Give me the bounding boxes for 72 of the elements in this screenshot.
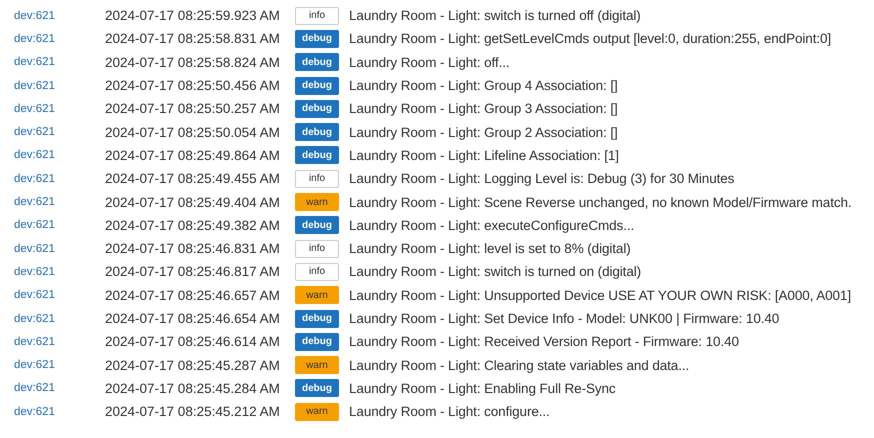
level-badge: info — [295, 240, 339, 258]
log-message: Laundry Room - Light: Group 2 Association: [] — [349, 124, 618, 140]
log-message: Laundry Room - Light: Group 3 Association: [] — [349, 101, 618, 116]
log-message: Laundry Room - Light: switch is turned on (digital) — [349, 264, 642, 280]
log-message: Laundry Room - Light: Scene Reverse unchanged, no known Model/Firmware match. — [349, 194, 852, 210]
device-link[interactable]: dev:621 — [14, 32, 105, 45]
device-link[interactable]: dev:621 — [14, 382, 105, 394]
level-badge: warn — [295, 193, 339, 212]
log-message: Laundry Room - Light: executeConfigureCmds... — [349, 218, 634, 233]
log-message: Laundry Room - Light: Group 4 Association: [] — [349, 78, 618, 94]
level-badge: debug — [295, 310, 339, 328]
log-message: Laundry Room - Light: Enabling Full Re-Sync — [349, 380, 616, 396]
timestamp: 2024-07-17 08:25:46.831 AM — [105, 241, 281, 256]
log-message: Laundry Room - Light: Received Version Report - Firmware: 10.40 — [349, 334, 739, 350]
timestamp: 2024-07-17 08:25:45.212 AM — [105, 404, 281, 420]
timestamp: 2024-07-17 08:25:46.657 AM — [105, 288, 281, 303]
timestamp: 2024-07-17 08:25:49.404 AM — [105, 194, 281, 210]
timestamp: 2024-07-17 08:25:49.382 AM — [105, 218, 281, 233]
log-message: Laundry Room - Light: level is set to 8% (digital) — [349, 241, 631, 256]
device-link[interactable]: dev:621 — [14, 359, 105, 372]
timestamp: 2024-07-17 08:25:45.284 AM — [105, 380, 281, 396]
log-message: Laundry Room - Light: Logging Level is: Debug (3) for 30 Minutes — [349, 171, 734, 186]
level-badge: warn — [295, 402, 339, 421]
level-badge: debug — [295, 146, 339, 164]
level-badge: debug — [295, 76, 339, 95]
timestamp: 2024-07-17 08:25:46.817 AM — [105, 264, 281, 280]
log-message: Laundry Room - Light: getSetLevelCmds output [level:0, duration:255, endPoint:0] — [349, 31, 832, 46]
timestamp: 2024-07-17 08:25:50.054 AM — [105, 124, 281, 140]
timestamp: 2024-07-17 08:25:46.654 AM — [105, 311, 281, 326]
log-message: Laundry Room - Light: Set Device Info - Model: UNK00 | Firmware: 10.40 — [349, 311, 780, 326]
level-badge: debug — [295, 53, 339, 72]
level-badge: info — [295, 6, 339, 25]
level-badge: info — [295, 262, 339, 281]
device-link[interactable]: dev:621 — [14, 219, 105, 232]
device-link[interactable]: dev:621 — [14, 266, 105, 278]
timestamp: 2024-07-17 08:25:46.614 AM — [105, 334, 281, 350]
device-link[interactable]: dev:621 — [14, 172, 105, 185]
level-badge: debug — [295, 100, 339, 118]
log-message: Laundry Room - Light: off... — [349, 54, 510, 70]
device-link[interactable]: dev:621 — [14, 10, 105, 22]
timestamp: 2024-07-17 08:25:50.456 AM — [105, 78, 281, 94]
log-message: Laundry Room - Light: Clearing state variables and data... — [349, 358, 690, 373]
timestamp: 2024-07-17 08:25:59.923 AM — [105, 8, 281, 24]
device-link[interactable]: dev:621 — [14, 289, 105, 302]
timestamp: 2024-07-17 08:25:49.455 AM — [105, 171, 281, 186]
device-link[interactable]: dev:621 — [14, 312, 105, 324]
log-message: Laundry Room - Light: configure... — [349, 404, 550, 420]
device-link[interactable]: dev:621 — [14, 56, 105, 68]
device-link[interactable]: dev:621 — [14, 126, 105, 138]
log-message: Laundry Room - Light: Unsupported Device USE AT YOUR OWN RISK: [A000, A001] — [349, 288, 851, 303]
timestamp: 2024-07-17 08:25:49.864 AM — [105, 148, 281, 163]
device-link[interactable]: dev:621 — [14, 149, 105, 162]
level-badge: warn — [295, 356, 339, 374]
timestamp: 2024-07-17 08:25:45.287 AM — [105, 358, 281, 373]
level-badge: debug — [295, 379, 339, 398]
device-link[interactable]: dev:621 — [14, 196, 105, 208]
timestamp: 2024-07-17 08:25:58.824 AM — [105, 54, 281, 70]
level-badge: info — [295, 170, 339, 188]
level-badge: debug — [295, 123, 339, 142]
device-link[interactable]: dev:621 — [14, 336, 105, 348]
log-message: Laundry Room - Light: switch is turned off (digital) — [349, 8, 641, 24]
device-link[interactable]: dev:621 — [14, 80, 105, 92]
level-badge: warn — [295, 286, 339, 304]
device-link[interactable]: dev:621 — [14, 242, 105, 255]
device-link[interactable]: dev:621 — [14, 102, 105, 115]
timestamp: 2024-07-17 08:25:50.257 AM — [105, 101, 281, 116]
device-link[interactable]: dev:621 — [14, 406, 105, 418]
log-message: Laundry Room - Light: Lifeline Association: [1] — [349, 148, 619, 163]
level-badge: debug — [295, 30, 339, 48]
level-badge: debug — [295, 332, 339, 351]
level-badge: debug — [295, 216, 339, 234]
timestamp: 2024-07-17 08:25:58.831 AM — [105, 31, 281, 46]
